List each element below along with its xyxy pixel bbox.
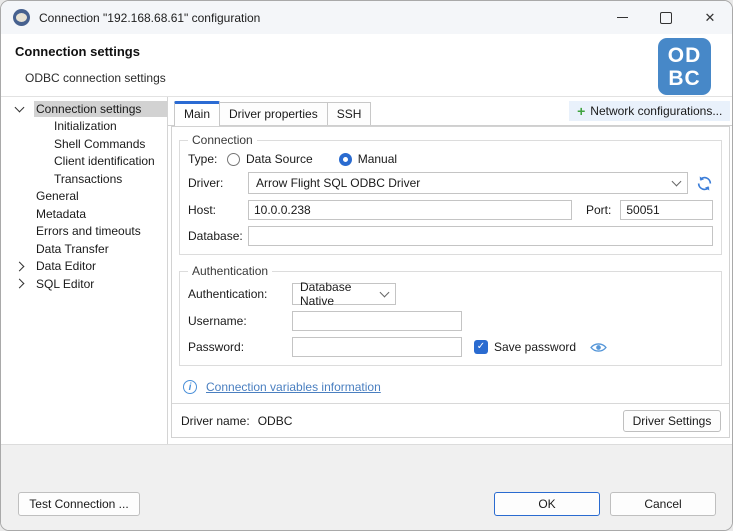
network-configurations-label: Network configurations... bbox=[590, 104, 722, 118]
host-label: Host: bbox=[188, 203, 248, 217]
authentication-row: Authentication: Database Native bbox=[188, 283, 713, 305]
minimize-icon bbox=[617, 17, 628, 19]
chevron-down-icon[interactable] bbox=[14, 106, 34, 111]
main-panel: Main Driver properties SSH + Network con… bbox=[168, 97, 733, 444]
close-button[interactable]: ✕ bbox=[688, 1, 732, 34]
tree-item-errors-and-timeouts[interactable]: Errors and timeouts bbox=[1, 223, 167, 241]
username-label: Username: bbox=[188, 314, 292, 328]
minimize-button[interactable] bbox=[600, 1, 644, 34]
tree-item-sql-editor[interactable]: SQL Editor bbox=[1, 275, 167, 293]
dialog-body: Connection settings Initialization Shell… bbox=[1, 97, 732, 444]
dialog-header: Connection settings ODBC connection sett… bbox=[1, 34, 732, 97]
save-password-label: Save password bbox=[494, 340, 576, 354]
ok-button[interactable]: OK bbox=[494, 492, 600, 516]
titlebar[interactable]: Connection "192.168.68.61" configuration… bbox=[1, 1, 732, 34]
tree-item-data-editor[interactable]: Data Editor bbox=[1, 258, 167, 276]
host-row: Host: Port: bbox=[188, 200, 713, 220]
username-row: Username: bbox=[188, 311, 713, 331]
tree-item-transactions[interactable]: Transactions bbox=[1, 170, 167, 188]
odbc-logo-line1: OD bbox=[668, 44, 702, 67]
type-label: Type: bbox=[188, 152, 227, 166]
cancel-button[interactable]: Cancel bbox=[610, 492, 716, 516]
radio-manual[interactable]: Manual bbox=[339, 152, 397, 166]
authentication-select-value: Database Native bbox=[300, 280, 381, 308]
driver-name-row: Driver name: ODBC Driver Settings bbox=[172, 404, 729, 432]
tree-item-metadata[interactable]: Metadata bbox=[1, 205, 167, 223]
page-subtitle: ODBC connection settings bbox=[25, 71, 166, 85]
radio-circle-selected-icon bbox=[339, 153, 352, 166]
authentication-group: Authentication Authentication: Database … bbox=[179, 264, 722, 366]
driver-select[interactable]: Arrow Flight SQL ODBC Driver bbox=[248, 172, 688, 194]
password-input[interactable] bbox=[292, 337, 462, 357]
check-icon: ✓ bbox=[477, 342, 485, 352]
radio-manual-label: Manual bbox=[358, 152, 397, 166]
port-label: Port: bbox=[586, 203, 611, 217]
database-row: Database: bbox=[188, 226, 713, 246]
driver-settings-button[interactable]: Driver Settings bbox=[623, 410, 722, 432]
test-connection-button[interactable]: Test Connection ... bbox=[18, 492, 140, 516]
tree-item-shell-commands[interactable]: Shell Commands bbox=[1, 135, 167, 153]
driver-select-value: Arrow Flight SQL ODBC Driver bbox=[256, 176, 420, 190]
show-password-eye-icon[interactable] bbox=[590, 341, 607, 354]
authentication-label: Authentication: bbox=[188, 287, 292, 301]
tree-item-client-identification[interactable]: Client identification bbox=[1, 153, 167, 171]
driver-name-label: Driver name: bbox=[181, 414, 250, 428]
app-icon bbox=[13, 9, 30, 26]
connection-variables-link[interactable]: Connection variables information bbox=[206, 380, 381, 394]
authentication-select[interactable]: Database Native bbox=[292, 283, 396, 305]
database-label: Database: bbox=[188, 229, 248, 243]
save-password-checkbox[interactable]: ✓ bbox=[474, 340, 488, 354]
tab-ssh[interactable]: SSH bbox=[327, 102, 372, 125]
odbc-logo-line2: BC bbox=[668, 67, 700, 90]
host-input[interactable] bbox=[248, 200, 572, 220]
radio-circle-icon bbox=[227, 153, 240, 166]
refresh-drivers-icon[interactable] bbox=[696, 175, 713, 192]
tree-item-data-transfer[interactable]: Data Transfer bbox=[1, 240, 167, 258]
password-label: Password: bbox=[188, 340, 292, 354]
driver-name-value: ODBC bbox=[258, 414, 293, 428]
connection-config-dialog: Connection "192.168.68.61" configuration… bbox=[0, 0, 733, 531]
connection-group-title: Connection bbox=[188, 133, 257, 147]
dialog-button-bar: Test Connection ... OK Cancel bbox=[1, 444, 732, 530]
type-row: Type: Data Source Manual bbox=[188, 152, 713, 166]
tree-item-general[interactable]: General bbox=[1, 188, 167, 206]
password-row: Password: ✓ Save password bbox=[188, 337, 713, 357]
port-input[interactable] bbox=[620, 200, 713, 220]
maximize-icon bbox=[660, 12, 672, 24]
settings-tree: Connection settings Initialization Shell… bbox=[1, 97, 168, 444]
database-input[interactable] bbox=[248, 226, 713, 246]
radio-data-source-label: Data Source bbox=[246, 152, 313, 166]
network-configurations-link[interactable]: + Network configurations... bbox=[569, 101, 730, 121]
driver-row: Driver: Arrow Flight SQL ODBC Driver bbox=[188, 172, 713, 194]
ok-cancel-group: OK Cancel bbox=[494, 492, 716, 516]
chevron-right-icon[interactable] bbox=[14, 280, 34, 287]
close-icon: ✕ bbox=[705, 10, 716, 26]
tab-main[interactable]: Main bbox=[174, 101, 220, 126]
radio-data-source[interactable]: Data Source bbox=[227, 152, 313, 166]
tab-content-main: Connection Type: Data Source Manual bbox=[171, 126, 730, 438]
username-input[interactable] bbox=[292, 311, 462, 331]
window-controls: ✕ bbox=[600, 1, 732, 34]
tree-item-initialization[interactable]: Initialization bbox=[1, 118, 167, 136]
authentication-group-title: Authentication bbox=[188, 264, 272, 278]
page-title: Connection settings bbox=[15, 44, 140, 59]
tree-item-connection-settings[interactable]: Connection settings bbox=[1, 100, 167, 118]
chevron-right-icon[interactable] bbox=[14, 263, 34, 270]
connection-group: Connection Type: Data Source Manual bbox=[179, 133, 722, 255]
tab-strip: Main Driver properties SSH + Network con… bbox=[168, 97, 733, 126]
window-title: Connection "192.168.68.61" configuration bbox=[39, 11, 260, 25]
tab-driver-properties[interactable]: Driver properties bbox=[219, 102, 328, 125]
plus-icon: + bbox=[577, 105, 585, 117]
driver-label: Driver: bbox=[188, 176, 248, 190]
connection-variables-row: i Connection variables information bbox=[183, 380, 721, 394]
odbc-logo: OD BC bbox=[658, 38, 711, 95]
chevron-down-icon bbox=[380, 288, 390, 298]
info-icon: i bbox=[183, 380, 197, 394]
maximize-button[interactable] bbox=[644, 1, 688, 34]
chevron-down-icon bbox=[672, 177, 682, 187]
